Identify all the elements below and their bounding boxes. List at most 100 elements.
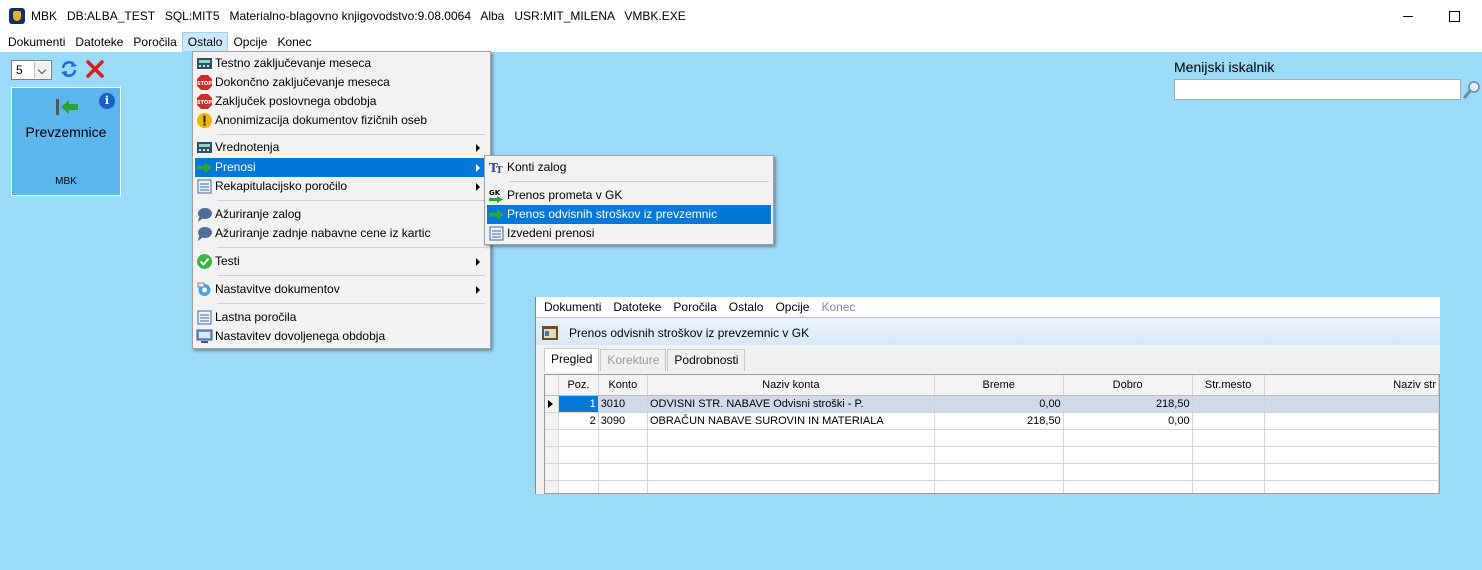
- table-row[interactable]: 2 3090 OBRAČUN NABAVE SUROVIN IN MATERIA…: [545, 412, 1439, 430]
- empty-cell[interactable]: [558, 480, 599, 493]
- empty-cell[interactable]: [1063, 463, 1193, 481]
- cell-poz[interactable]: 1: [558, 395, 599, 413]
- empty-cell[interactable]: [647, 446, 935, 464]
- column-header-naziv-konta[interactable]: Naziv konta: [647, 375, 935, 396]
- cell-konto[interactable]: 3010: [598, 395, 648, 413]
- column-header-breme[interactable]: Breme: [934, 375, 1064, 396]
- column-header-poz[interactable]: Poz.: [558, 375, 599, 396]
- cell-naziv-konta[interactable]: OBRAČUN NABAVE SUROVIN IN MATERIALA: [647, 412, 935, 430]
- column-header-naziv-str[interactable]: Naziv str: [1264, 375, 1439, 396]
- empty-cell[interactable]: [598, 429, 648, 447]
- cell-naziv-str[interactable]: [1264, 412, 1439, 430]
- menu-item-rekapitulacijsko[interactable]: Rekapitulacijsko poročilo: [195, 177, 488, 196]
- maximize-button[interactable]: [1431, 0, 1477, 32]
- close-red-x-icon[interactable]: [85, 59, 105, 79]
- table-row-empty[interactable]: [545, 480, 1439, 493]
- cell-str-mesto[interactable]: [1192, 395, 1265, 413]
- inner-menu-opcije[interactable]: Opcije: [769, 297, 815, 317]
- empty-cell[interactable]: [558, 429, 599, 447]
- search-label: Menijski iskalnik: [1174, 59, 1275, 75]
- menu-ostalo[interactable]: Ostalo: [181, 32, 229, 52]
- empty-cell[interactable]: [1264, 446, 1439, 464]
- gk-arrow-icon: GK: [489, 189, 503, 203]
- empty-cell[interactable]: [558, 463, 599, 481]
- menu-item-konti-zalog[interactable]: TT Konti zalog: [487, 158, 771, 177]
- menu-item-lastna-porocila[interactable]: Lastna poročila: [195, 308, 488, 327]
- empty-cell[interactable]: [934, 463, 1064, 481]
- column-header-str-mesto[interactable]: Str.mesto: [1192, 375, 1265, 396]
- table-row-empty[interactable]: [545, 463, 1439, 481]
- menu-item-testi[interactable]: Testi: [195, 252, 488, 271]
- empty-cell[interactable]: [647, 463, 935, 481]
- menu-separator: [217, 303, 485, 304]
- inner-menu-datoteke[interactable]: Datoteke: [607, 297, 667, 317]
- empty-cell[interactable]: [598, 446, 648, 464]
- tile-prevzemnice[interactable]: i Prevzemnice MBK: [11, 87, 121, 196]
- table-row[interactable]: 1 3010 ODVISNI STR. NABAVE Odvisni stroš…: [545, 395, 1439, 413]
- inner-menu-porocila[interactable]: Poročila: [667, 297, 722, 317]
- cell-str-mesto[interactable]: [1192, 412, 1265, 430]
- menu-item-azuriranje-cene[interactable]: Ažuriranje zadnje nabavne cene iz kartic: [195, 224, 488, 243]
- empty-cell[interactable]: [1264, 429, 1439, 447]
- menu-item-zakljucek-obdobja[interactable]: STOP Zaključek poslovnega obdobja: [195, 92, 488, 111]
- tab-pregled[interactable]: Pregled: [544, 348, 600, 372]
- empty-cell[interactable]: [598, 480, 648, 493]
- cell-naziv-str[interactable]: [1264, 395, 1439, 413]
- tab-podrobnosti[interactable]: Podrobnosti: [667, 349, 746, 371]
- empty-cell[interactable]: [934, 480, 1064, 493]
- menu-item-prenos-prometa-gk[interactable]: GK Prenos prometa v GK: [487, 186, 771, 205]
- empty-cell[interactable]: [1063, 446, 1193, 464]
- empty-cell[interactable]: [1192, 429, 1265, 447]
- menu-datoteke[interactable]: Datoteke: [70, 32, 128, 52]
- refresh-icon[interactable]: [59, 59, 79, 79]
- cell-dobro[interactable]: 218,50: [1063, 395, 1193, 413]
- menu-konec[interactable]: Konec: [272, 32, 316, 52]
- empty-cell[interactable]: [647, 480, 935, 493]
- empty-cell[interactable]: [647, 429, 935, 447]
- cell-breme[interactable]: 0,00: [934, 395, 1064, 413]
- empty-cell[interactable]: [934, 429, 1064, 447]
- minimize-button[interactable]: [1385, 0, 1431, 32]
- menu-item-anonimizacija[interactable]: Anonimizacija dokumentov fizičnih oseb: [195, 111, 488, 130]
- menu-item-nastavitve-dokumentov[interactable]: Nastavitve dokumentov: [195, 280, 488, 299]
- menu-item-prenos-odvisnih-stroskov[interactable]: Prenos odvisnih stroškov iz prevzemnic: [487, 205, 771, 224]
- cell-breme[interactable]: 218,50: [934, 412, 1064, 430]
- empty-cell[interactable]: [1192, 463, 1265, 481]
- menu-item-azuriranje-zalog[interactable]: Ažuriranje zalog: [195, 205, 488, 224]
- cell-poz[interactable]: 2: [558, 412, 599, 430]
- column-header-dobro[interactable]: Dobro: [1063, 375, 1193, 396]
- transfer-grid[interactable]: Poz. Konto Naziv konta Breme Dobro Str.m…: [544, 374, 1440, 494]
- cell-dobro[interactable]: 0,00: [1063, 412, 1193, 430]
- info-icon[interactable]: i: [99, 93, 115, 109]
- menu-item-dovoljeno-obdobje[interactable]: Nastavitev dovoljenega obdobja: [195, 327, 488, 346]
- column-header-konto[interactable]: Konto: [598, 375, 648, 396]
- inner-menu-ostalo[interactable]: Ostalo: [723, 297, 770, 317]
- cell-konto[interactable]: 3090: [598, 412, 648, 430]
- chevron-down-icon[interactable]: [34, 62, 50, 78]
- menu-item-label: Vrednotenja: [215, 140, 280, 154]
- empty-cell[interactable]: [1063, 429, 1193, 447]
- empty-cell[interactable]: [1192, 446, 1265, 464]
- menu-item-izvedeni-prenosi[interactable]: Izvedeni prenosi: [487, 224, 771, 243]
- search-icon[interactable]: [1463, 80, 1482, 100]
- menu-item-vrednotenja[interactable]: Vrednotenja: [195, 138, 488, 157]
- empty-cell[interactable]: [934, 446, 1064, 464]
- menu-item-testno-zakljucevanje[interactable]: Testno zaključevanje meseca: [195, 54, 488, 73]
- inner-menu-dokumenti[interactable]: Dokumenti: [538, 297, 607, 317]
- empty-cell[interactable]: [598, 463, 648, 481]
- table-row-empty[interactable]: [545, 446, 1439, 464]
- empty-cell[interactable]: [1192, 480, 1265, 493]
- empty-cell[interactable]: [1264, 463, 1439, 481]
- menu-item-prenosi[interactable]: Prenosi: [195, 158, 488, 177]
- empty-cell[interactable]: [1264, 480, 1439, 493]
- tile-count-combo[interactable]: 5: [11, 60, 52, 80]
- menu-porocila[interactable]: Poročila: [128, 32, 181, 52]
- menu-opcije[interactable]: Opcije: [228, 32, 272, 52]
- menu-item-dokoncno-zakljucevanje[interactable]: STOP Dokončno zaključevanje meseca: [195, 73, 488, 92]
- search-input[interactable]: [1174, 79, 1461, 100]
- menu-dokumenti[interactable]: Dokumenti: [3, 32, 70, 52]
- empty-cell[interactable]: [1063, 480, 1193, 493]
- table-row-empty[interactable]: [545, 429, 1439, 447]
- cell-naziv-konta[interactable]: ODVISNI STR. NABAVE Odvisni stroški - P.: [647, 395, 935, 413]
- empty-cell[interactable]: [558, 446, 599, 464]
